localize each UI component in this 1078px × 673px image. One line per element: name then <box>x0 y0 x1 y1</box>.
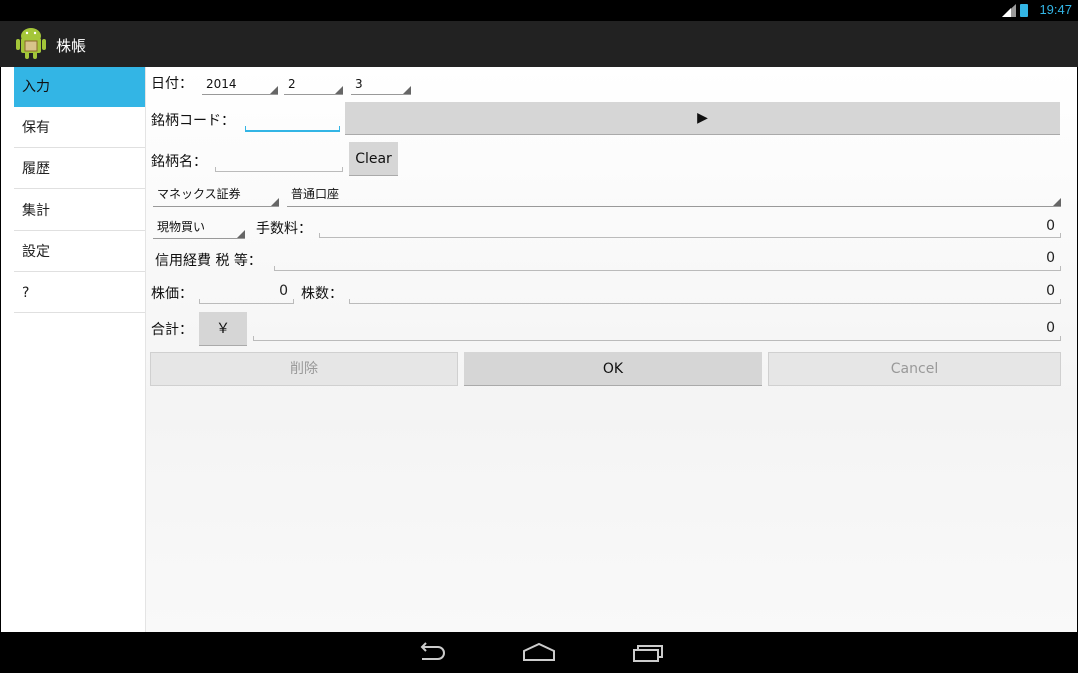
sidebar-item-label: ? <box>22 285 30 301</box>
fee-label: 手数料： <box>256 221 312 237</box>
fee-input[interactable]: 0 <box>319 215 1061 238</box>
field-edge <box>1060 266 1061 270</box>
sidebar-item-label: 履歴 <box>22 161 50 177</box>
field-edge <box>349 299 350 303</box>
field-edge <box>339 126 340 130</box>
delete-button[interactable]: 削除 <box>150 352 458 386</box>
dropdown-arrow-icon <box>335 86 343 94</box>
back-icon[interactable] <box>416 641 446 663</box>
signal-icon <box>1002 4 1016 17</box>
shares-value: 0 <box>1046 283 1055 299</box>
day-spinner[interactable]: 3 <box>351 75 411 95</box>
yen-icon: ￥ <box>216 321 230 337</box>
code-label: 銘柄コード： <box>151 113 235 129</box>
field-edge <box>274 266 275 270</box>
status-bar: 19:47 <box>0 0 1078 21</box>
field-edge <box>1060 233 1061 237</box>
field-edge <box>199 299 200 303</box>
sidebar-item-history[interactable]: 履歴 <box>14 149 145 189</box>
trade-type-spinner[interactable]: 現物買い <box>153 217 245 239</box>
field-edge <box>253 336 254 340</box>
date-label: 日付： <box>151 76 193 92</box>
field-edge <box>245 126 246 130</box>
sidebar-item-label: 入力 <box>22 79 50 95</box>
price-label: 株価： <box>151 286 193 302</box>
dropdown-arrow-icon <box>403 86 411 94</box>
month-spinner[interactable]: 2 <box>284 75 343 95</box>
account-spinner[interactable]: 普通口座 <box>287 185 1061 207</box>
cancel-button[interactable]: Cancel <box>768 352 1061 386</box>
broker-value: マネックス証券 <box>157 187 241 201</box>
year-value: 2014 <box>206 77 237 91</box>
margin-input[interactable]: 0 <box>274 247 1061 271</box>
sidebar-item-settings[interactable]: 設定 <box>14 232 145 272</box>
dropdown-arrow-icon <box>270 86 278 94</box>
lookup-button[interactable]: ▶ <box>345 102 1060 135</box>
play-icon: ▶ <box>697 110 708 126</box>
price-value: 0 <box>279 283 288 299</box>
sidebar-item-summary[interactable]: 集計 <box>14 191 145 231</box>
code-input[interactable] <box>245 109 340 132</box>
shares-input[interactable]: 0 <box>349 280 1061 304</box>
field-edge <box>293 299 294 303</box>
month-value: 2 <box>288 77 296 91</box>
total-label: 合計： <box>151 322 193 338</box>
app-title: 株帳 <box>56 37 87 55</box>
sidebar-item-help[interactable]: ? <box>14 273 145 313</box>
sidebar-item-input[interactable]: 入力 <box>14 67 145 107</box>
name-label: 銘柄名： <box>151 154 207 170</box>
broker-spinner[interactable]: マネックス証券 <box>153 185 279 207</box>
dropdown-arrow-icon <box>237 230 245 238</box>
field-edge <box>1060 336 1061 340</box>
battery-icon <box>1020 4 1028 17</box>
dropdown-arrow-icon <box>1053 198 1061 206</box>
home-icon[interactable] <box>522 641 556 663</box>
shares-label: 株数： <box>301 286 343 302</box>
clear-button[interactable]: Clear <box>349 142 398 176</box>
margin-label: 信用経費 税 等： <box>155 253 262 269</box>
day-value: 3 <box>355 77 363 91</box>
field-edge <box>1060 299 1061 303</box>
ok-button[interactable]: OK <box>464 352 762 386</box>
field-edge <box>319 233 320 237</box>
year-spinner[interactable]: 2014 <box>202 75 278 95</box>
action-bar: 株帳 <box>0 21 1078 67</box>
trade-type-value: 現物買い <box>157 220 206 234</box>
android-app-icon <box>16 28 46 59</box>
sidebar: 入力 保有 履歴 集計 設定 ? <box>1 67 146 632</box>
sidebar-item-label: 保有 <box>22 120 50 136</box>
total-value: 0 <box>1046 320 1055 336</box>
name-input[interactable] <box>215 149 343 172</box>
ok-label: OK <box>602 361 624 377</box>
status-time: 19:47 <box>1039 2 1072 17</box>
sidebar-item-label: 設定 <box>22 244 50 260</box>
recent-apps-icon[interactable] <box>632 641 664 663</box>
total-input[interactable]: 0 <box>253 317 1061 341</box>
cancel-label: Cancel <box>890 361 939 377</box>
delete-label: 削除 <box>290 361 318 377</box>
field-edge <box>342 167 343 171</box>
clear-label: Clear <box>355 151 392 167</box>
sidebar-item-label: 集計 <box>22 203 50 219</box>
content-area: 入力 保有 履歴 集計 設定 ? 日付： 2014 2 3 銘柄コード： ▶ 銘… <box>1 67 1077 632</box>
sidebar-item-holdings[interactable]: 保有 <box>14 108 145 148</box>
price-input[interactable]: 0 <box>199 280 294 304</box>
tablet-screen: 19:47 株帳 入力 保有 履歴 集計 設定 ? 日付： 2014 2 3 銘… <box>0 0 1078 673</box>
navigation-bar <box>0 632 1078 673</box>
account-value: 普通口座 <box>291 187 340 201</box>
field-edge <box>215 167 216 171</box>
currency-button[interactable]: ￥ <box>199 312 247 346</box>
dropdown-arrow-icon <box>271 198 279 206</box>
input-form: 日付： 2014 2 3 銘柄コード： ▶ 銘柄名： Clear マネックス証券… <box>149 67 1077 632</box>
margin-value: 0 <box>1046 250 1055 266</box>
fee-value: 0 <box>1046 218 1055 234</box>
